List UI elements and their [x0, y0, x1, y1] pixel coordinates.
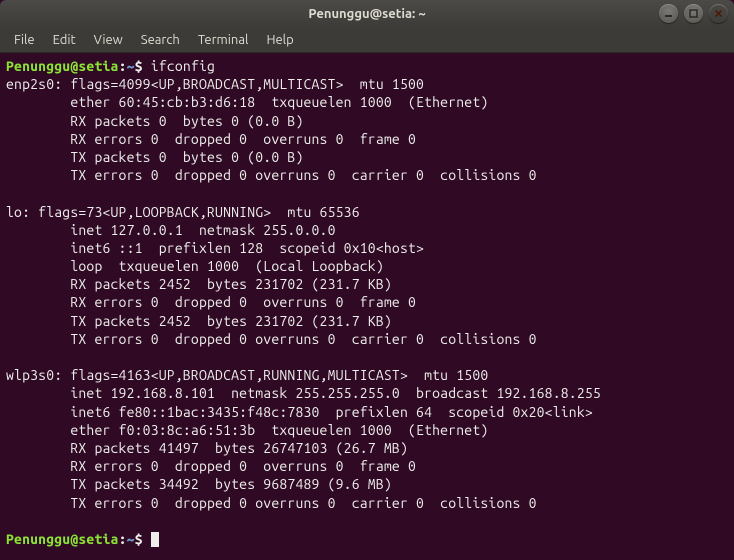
- menu-terminal[interactable]: Terminal: [190, 31, 257, 49]
- menu-search[interactable]: Search: [133, 31, 188, 49]
- command-text: ifconfig: [151, 58, 215, 74]
- cursor: [151, 532, 159, 547]
- close-button[interactable]: [709, 4, 728, 23]
- iface-wlp3s0-line-0: wlp3s0: flags=4163<UP,BROADCAST,RUNNING,…: [6, 367, 488, 383]
- iface-lo-line-1: inet 127.0.0.1 netmask 255.0.0.0: [6, 222, 336, 238]
- window-controls: [659, 4, 728, 23]
- prompt2-sigil: $: [135, 531, 143, 547]
- prompt-path: ~: [127, 58, 135, 74]
- menu-edit[interactable]: Edit: [45, 31, 84, 49]
- iface-wlp3s0-line-2: inet6 fe80::1bac:3435:f48c:7830 prefixle…: [6, 404, 593, 420]
- iface-lo-line-3: loop txqueuelen 1000 (Local Loopback): [6, 258, 384, 274]
- minimize-icon: [664, 9, 673, 18]
- iface-enp2s0-line-5: TX errors 0 dropped 0 overruns 0 carrier…: [6, 167, 537, 183]
- titlebar: Penunggu@setia: ~: [0, 0, 734, 28]
- window-title: Penunggu@setia: ~: [308, 7, 425, 21]
- terminal-viewport[interactable]: Penunggu@setia:~$ ifconfig enp2s0: flags…: [0, 53, 734, 560]
- iface-lo-line-2: inet6 ::1 prefixlen 128 scopeid 0x10<hos…: [6, 240, 424, 256]
- iface-lo-line-6: TX packets 2452 bytes 231702 (231.7 KB): [6, 313, 392, 329]
- iface-wlp3s0-line-4: RX packets 41497 bytes 26747103 (26.7 MB…: [6, 440, 408, 456]
- maximize-icon: [689, 9, 698, 18]
- iface-wlp3s0-line-7: TX errors 0 dropped 0 overruns 0 carrier…: [6, 495, 537, 511]
- menubar: File Edit View Search Terminal Help: [0, 28, 734, 53]
- menu-file[interactable]: File: [6, 31, 43, 49]
- menu-help[interactable]: Help: [258, 31, 301, 49]
- iface-enp2s0-line-4: TX packets 0 bytes 0 (0.0 B): [6, 149, 303, 165]
- iface-lo-line-0: lo: flags=73<UP,LOOPBACK,RUNNING> mtu 65…: [6, 204, 360, 220]
- menu-view[interactable]: View: [86, 31, 131, 49]
- iface-lo-line-7: TX errors 0 dropped 0 overruns 0 carrier…: [6, 331, 537, 347]
- minimize-button[interactable]: [659, 4, 678, 23]
- prompt-user-host: Penunggu@setia: [6, 58, 119, 74]
- iface-wlp3s0-line-6: TX packets 34492 bytes 9687489 (9.6 MB): [6, 476, 392, 492]
- iface-enp2s0-line-0: enp2s0: flags=4099<UP,BROADCAST,MULTICAS…: [6, 76, 424, 92]
- iface-wlp3s0-line-3: ether f0:03:8c:a6:51:3b txqueuelen 1000 …: [6, 422, 488, 438]
- iface-enp2s0-line-1: ether 60:45:cb:b3:d6:18 txqueuelen 1000 …: [6, 94, 488, 110]
- iface-enp2s0-line-3: RX errors 0 dropped 0 overruns 0 frame 0: [6, 131, 416, 147]
- iface-enp2s0-line-2: RX packets 0 bytes 0 (0.0 B): [6, 113, 303, 129]
- close-icon: [714, 9, 723, 18]
- prompt2-colon: :: [119, 531, 127, 547]
- prompt-sigil: $: [135, 58, 143, 74]
- iface-lo-line-5: RX errors 0 dropped 0 overruns 0 frame 0: [6, 294, 416, 310]
- maximize-button[interactable]: [684, 4, 703, 23]
- iface-wlp3s0-line-5: RX errors 0 dropped 0 overruns 0 frame 0: [6, 458, 416, 474]
- prompt2-user-host: Penunggu@setia: [6, 531, 119, 547]
- prompt2-path: ~: [127, 531, 135, 547]
- prompt-colon: :: [119, 58, 127, 74]
- iface-wlp3s0-line-1: inet 192.168.8.101 netmask 255.255.255.0…: [6, 385, 601, 401]
- iface-lo-line-4: RX packets 2452 bytes 231702 (231.7 KB): [6, 276, 392, 292]
